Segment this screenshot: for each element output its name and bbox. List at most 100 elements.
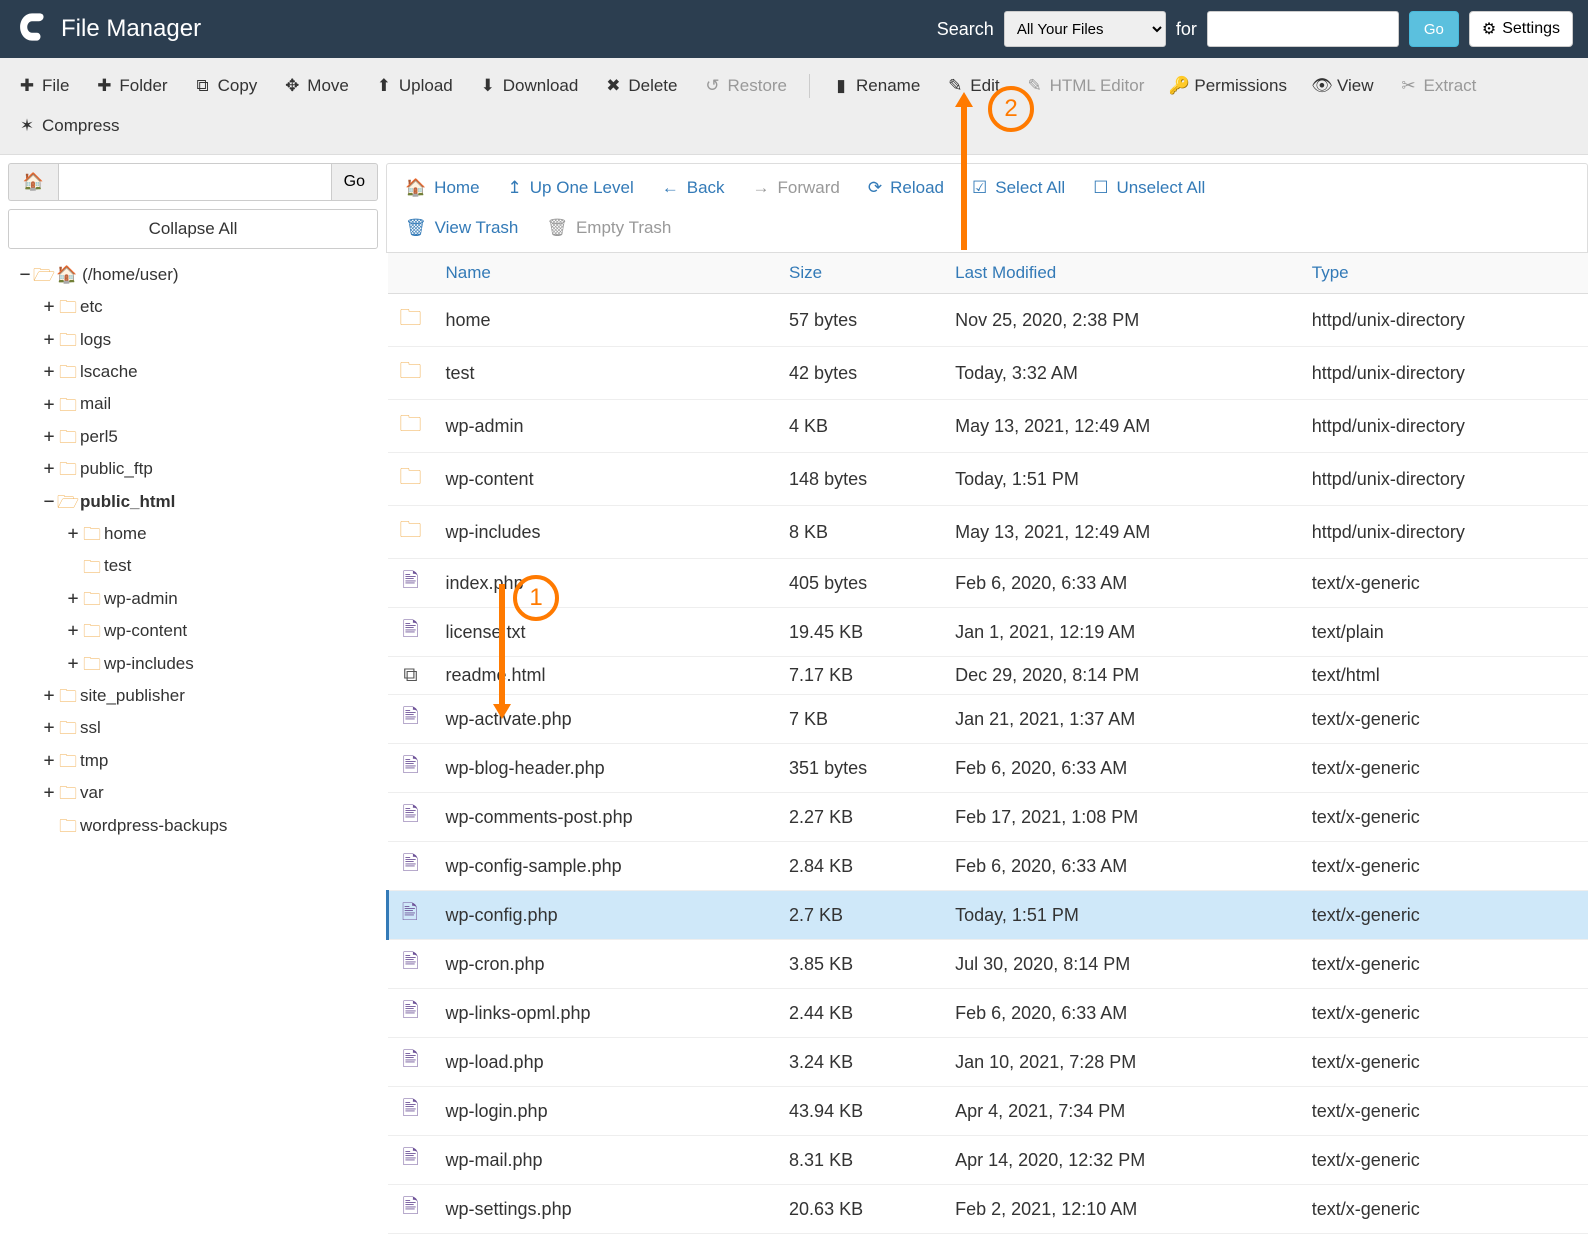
file-button[interactable]: ✚File bbox=[8, 68, 79, 104]
expand-icon[interactable]: + bbox=[42, 356, 56, 388]
permissions-button[interactable]: 🔑Permissions bbox=[1160, 68, 1297, 104]
table-row[interactable]: 🖹wp-mail.php8.31 KBApr 14, 2020, 12:32 P… bbox=[388, 1136, 1588, 1185]
table-row[interactable]: 🖹wp-cron.php3.85 KBJul 30, 2020, 8:14 PM… bbox=[388, 940, 1588, 989]
rename-button[interactable]: ▮Rename bbox=[822, 68, 930, 104]
extract-button[interactable]: ✂Extract bbox=[1390, 68, 1487, 104]
tree-item-mail[interactable]: +🗀mail bbox=[42, 389, 378, 421]
expand-icon[interactable]: + bbox=[42, 453, 56, 485]
restore-button[interactable]: ↺Restore bbox=[693, 68, 797, 104]
tree-item-ph-home[interactable]: +🗀home bbox=[66, 518, 378, 550]
unselect-all-button[interactable]: ☐Unselect All bbox=[1081, 172, 1217, 204]
tree-item-ph-wp-includes[interactable]: +🗀wp-includes bbox=[66, 648, 378, 680]
tree-item-wordpress-backups[interactable]: 🗀wordpress-backups bbox=[42, 810, 378, 842]
table-row[interactable]: 🖹wp-settings.php20.63 KBFeb 2, 2021, 12:… bbox=[388, 1185, 1588, 1234]
tree-item-perl5[interactable]: +🗀perl5 bbox=[42, 421, 378, 453]
expand-icon[interactable]: + bbox=[66, 648, 80, 680]
table-row[interactable]: 🖹wp-comments-post.php2.27 KBFeb 17, 2021… bbox=[388, 793, 1588, 842]
col-size-header[interactable]: Size bbox=[777, 253, 943, 294]
upload-button[interactable]: ⬆Upload bbox=[365, 68, 463, 104]
expand-icon[interactable]: + bbox=[42, 421, 56, 453]
search-go-button[interactable]: Go bbox=[1409, 11, 1459, 47]
tree-root[interactable]: − 🗁 🏠 (/home/user) bbox=[18, 259, 378, 291]
copy-button[interactable]: ⧉Copy bbox=[184, 68, 268, 104]
collapse-all-button[interactable]: Collapse All bbox=[8, 209, 378, 249]
table-row[interactable]: 🗀wp-includes8 KBMay 13, 2021, 12:49 AMht… bbox=[388, 506, 1588, 559]
for-label: for bbox=[1176, 19, 1197, 40]
view-button[interactable]: 👁View bbox=[1303, 68, 1384, 104]
cell-size: 351 bytes bbox=[777, 744, 943, 793]
trash-icon: 🗑 bbox=[546, 218, 568, 238]
table-row[interactable]: 🖹wp-config-sample.php2.84 KBFeb 6, 2020,… bbox=[388, 842, 1588, 891]
sidebar-home-button[interactable]: 🏠 bbox=[8, 163, 58, 201]
download-button[interactable]: ⬇Download bbox=[469, 68, 589, 104]
folder-button[interactable]: ✚Folder bbox=[85, 68, 177, 104]
col-name-header[interactable]: Name bbox=[434, 253, 778, 294]
move-button[interactable]: ✥Move bbox=[273, 68, 359, 104]
back-button[interactable]: ←Back bbox=[650, 172, 737, 204]
expand-icon[interactable]: + bbox=[66, 583, 80, 615]
html-editor-button[interactable]: ✎HTML Editor bbox=[1016, 68, 1155, 104]
col-date-header[interactable]: Last Modified bbox=[943, 253, 1300, 294]
table-row[interactable]: 🖹license.txt19.45 KBJan 1, 2021, 12:19 A… bbox=[388, 608, 1588, 657]
col-type-header[interactable]: Type bbox=[1300, 253, 1588, 294]
empty-trash-button[interactable]: 🗑Empty Trash bbox=[534, 212, 683, 244]
table-row[interactable]: 🖹wp-links-opml.php2.44 KBFeb 6, 2020, 6:… bbox=[388, 989, 1588, 1038]
search-input[interactable] bbox=[1207, 11, 1399, 47]
table-row[interactable]: 🖹wp-activate.php7 KBJan 21, 2021, 1:37 A… bbox=[388, 695, 1588, 744]
forward-button[interactable]: →Forward bbox=[741, 172, 852, 204]
tree-item-var[interactable]: +🗀var bbox=[42, 777, 378, 809]
tree-item-public-html[interactable]: −🗁public_html bbox=[42, 486, 378, 518]
expand-icon[interactable]: + bbox=[42, 745, 56, 777]
table-row[interactable]: 🗀wp-admin4 KBMay 13, 2021, 12:49 AMhttpd… bbox=[388, 400, 1588, 453]
up-one-level-button[interactable]: ↥Up One Level bbox=[496, 172, 646, 204]
expand-icon[interactable]: + bbox=[42, 680, 56, 712]
tree-item-site-publisher[interactable]: +🗀site_publisher bbox=[42, 680, 378, 712]
compress-button[interactable]: ✶Compress bbox=[8, 108, 129, 144]
expand-icon[interactable]: + bbox=[42, 712, 56, 744]
expand-icon[interactable]: + bbox=[66, 518, 80, 550]
expand-icon[interactable]: + bbox=[66, 615, 80, 647]
table-row[interactable]: 🖹wp-blog-header.php351 bytesFeb 6, 2020,… bbox=[388, 744, 1588, 793]
tree-item-lscache[interactable]: +🗀lscache bbox=[42, 356, 378, 388]
tree-item-ph-wp-content[interactable]: +🗀wp-content bbox=[66, 615, 378, 647]
path-input[interactable] bbox=[58, 163, 332, 201]
cell-size: 3.85 KB bbox=[777, 940, 943, 989]
annotation-arrow-1 bbox=[493, 584, 511, 719]
expand-icon[interactable]: + bbox=[42, 291, 56, 323]
expand-icon[interactable]: + bbox=[42, 777, 56, 809]
expand-icon[interactable]: + bbox=[42, 324, 56, 356]
table-row[interactable]: 🗀wp-content148 bytesToday, 1:51 PMhttpd/… bbox=[388, 453, 1588, 506]
tree-item-ph-wp-admin[interactable]: +🗀wp-admin bbox=[66, 583, 378, 615]
cell-name: wp-blog-header.php bbox=[434, 744, 778, 793]
table-row[interactable]: 🖹wp-login.php43.94 KBApr 4, 2021, 7:34 P… bbox=[388, 1087, 1588, 1136]
nav-home-button[interactable]: 🏠Home bbox=[393, 172, 492, 204]
table-row[interactable]: 🖹index.php405 bytesFeb 6, 2020, 6:33 AMt… bbox=[388, 559, 1588, 608]
select-all-button[interactable]: ☑Select All bbox=[960, 172, 1077, 204]
folder-icon: 🗀 bbox=[58, 810, 78, 842]
search-scope-select[interactable]: All Your Files bbox=[1004, 11, 1166, 47]
cell-type: text/x-generic bbox=[1300, 1136, 1588, 1185]
tree-item-ssl[interactable]: +🗀ssl bbox=[42, 712, 378, 744]
table-row[interactable]: 🗀test42 bytesToday, 3:32 AMhttpd/unix-di… bbox=[388, 347, 1588, 400]
table-row[interactable]: ⧉readme.html7.17 KBDec 29, 2020, 8:14 PM… bbox=[388, 657, 1588, 695]
table-row[interactable]: 🖹wp-config.php2.7 KBToday, 1:51 PMtext/x… bbox=[388, 891, 1588, 940]
collapse-icon[interactable]: − bbox=[42, 486, 56, 518]
tree-item-ph-test[interactable]: 🗀test bbox=[66, 551, 378, 583]
expand-icon[interactable]: + bbox=[42, 389, 56, 421]
tree-item-logs[interactable]: +🗀logs bbox=[42, 324, 378, 356]
folder-tree: − 🗁 🏠 (/home/user) +🗀etc +🗀logs +🗀lscach… bbox=[8, 259, 378, 842]
tree-item-tmp[interactable]: +🗀tmp bbox=[42, 745, 378, 777]
table-row[interactable]: 🖹wp-load.php3.24 KBJan 10, 2021, 7:28 PM… bbox=[388, 1038, 1588, 1087]
tree-item-etc[interactable]: +🗀etc bbox=[42, 291, 378, 323]
table-row[interactable]: 🗀home57 bytesNov 25, 2020, 2:38 PMhttpd/… bbox=[388, 294, 1588, 347]
sidebar-go-button[interactable]: Go bbox=[332, 163, 378, 201]
folder-icon: 🗀 bbox=[58, 777, 78, 809]
tree-item-public-ftp[interactable]: +🗀public_ftp bbox=[42, 453, 378, 485]
view-trash-button[interactable]: 🗑View Trash bbox=[393, 212, 530, 244]
collapse-icon[interactable]: − bbox=[18, 259, 32, 291]
settings-button[interactable]: ⚙ Settings bbox=[1469, 11, 1573, 47]
delete-button[interactable]: ✖Delete bbox=[594, 68, 687, 104]
reload-button[interactable]: ⟳Reload bbox=[856, 172, 956, 204]
col-icon-header[interactable] bbox=[388, 253, 434, 294]
file-icon: 🖹 bbox=[402, 1049, 418, 1071]
